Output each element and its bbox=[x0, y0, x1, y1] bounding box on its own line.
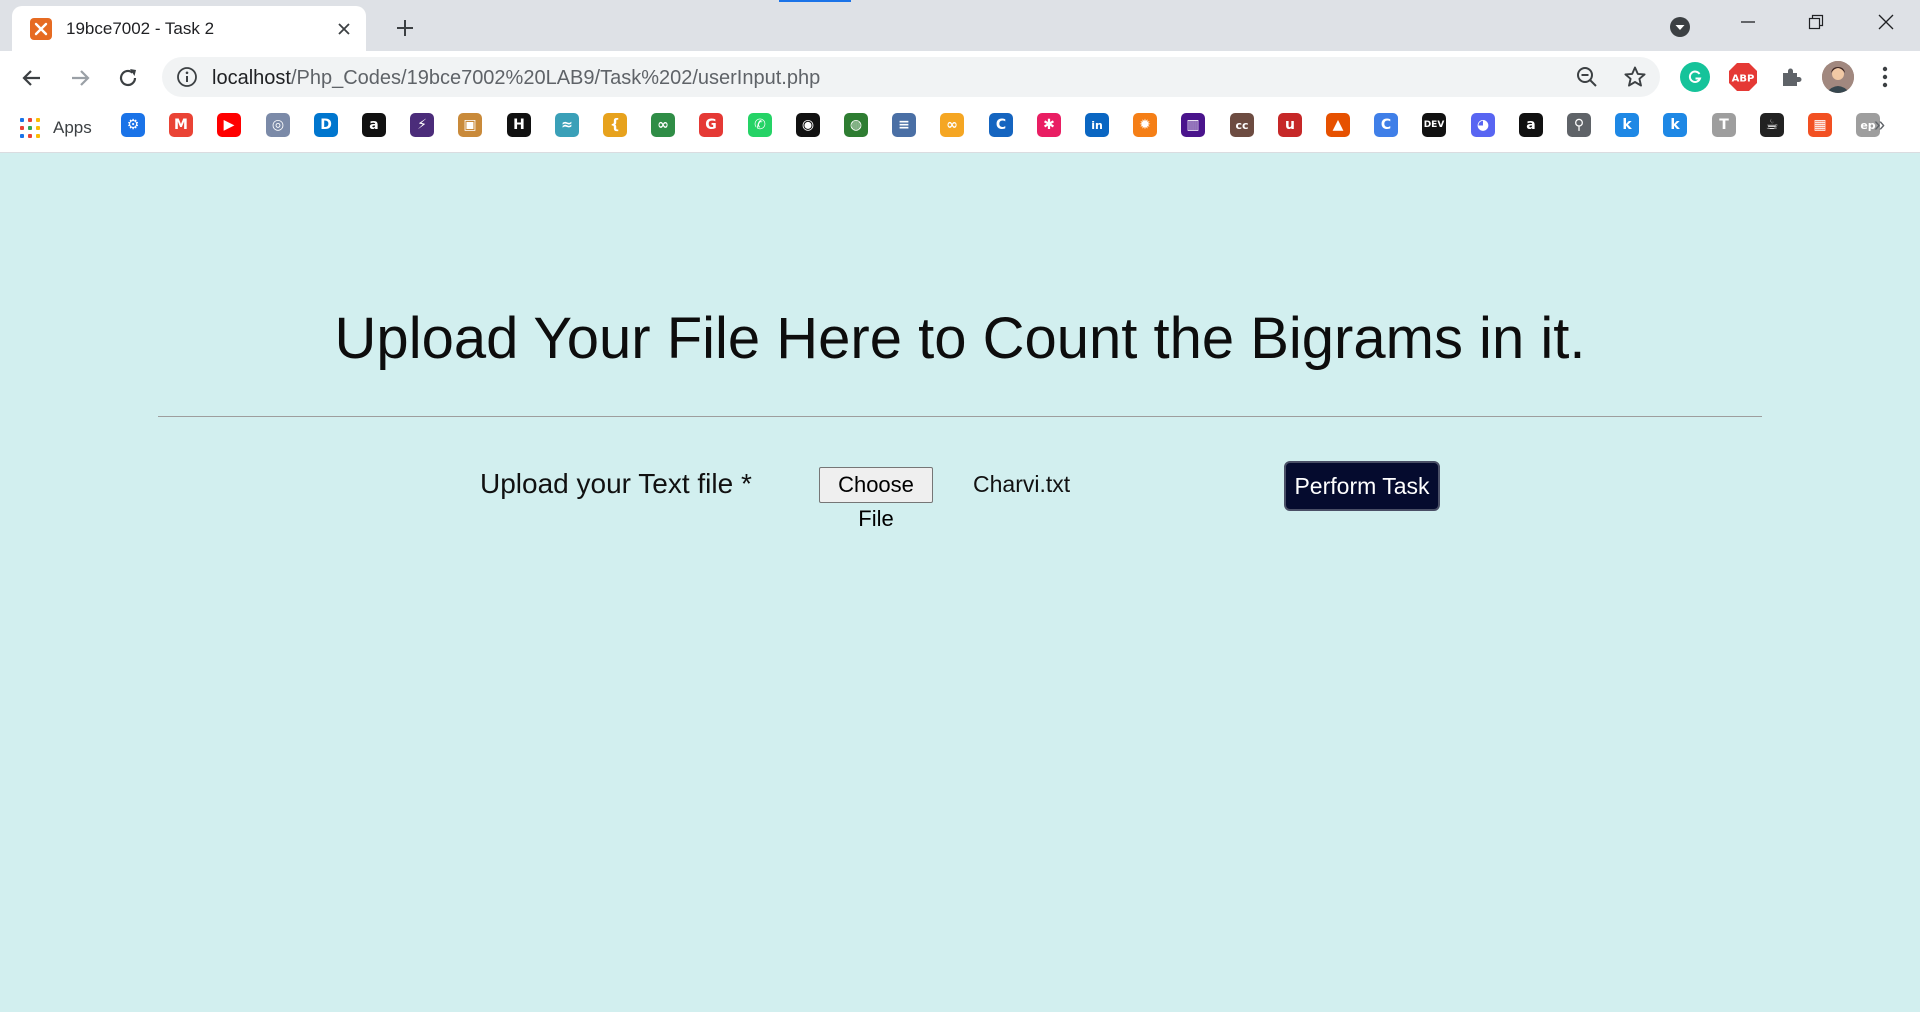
minimize-icon[interactable] bbox=[1720, 0, 1776, 44]
new-tab-icon[interactable] bbox=[388, 11, 422, 45]
apps-label: Apps bbox=[53, 118, 92, 137]
tab-search-icon[interactable] bbox=[1664, 11, 1696, 43]
youtube-icon[interactable]: ▶ bbox=[217, 113, 241, 137]
dell-icon[interactable]: D bbox=[314, 113, 338, 137]
tiger-icon[interactable]: ▣ bbox=[458, 113, 482, 137]
stack-icon[interactable]: ≡ bbox=[892, 113, 916, 137]
grammarly-g-icon[interactable]: G bbox=[699, 113, 723, 137]
browser-tab[interactable]: 19bce7002 - Task 2 bbox=[12, 6, 366, 51]
wave-icon[interactable]: ≈ bbox=[555, 113, 579, 137]
amazon-icon[interactable]: a bbox=[1519, 113, 1543, 137]
close-window-icon[interactable] bbox=[1858, 0, 1914, 44]
amazon-icon[interactable]: a bbox=[362, 113, 386, 137]
coursera-icon[interactable]: ∞ bbox=[940, 113, 964, 137]
upload-label: Upload your Text file * bbox=[480, 468, 752, 499]
tab-loading-indicator bbox=[779, 0, 851, 2]
perform-task-button[interactable]: Perform Task bbox=[1284, 461, 1440, 511]
matlab-icon[interactable]: ▲ bbox=[1326, 113, 1350, 137]
extensions-puzzle-icon[interactable] bbox=[1776, 62, 1806, 92]
forward-arrow-icon[interactable] bbox=[61, 59, 99, 97]
xampp-icon bbox=[30, 17, 52, 40]
chrome-menu-icon[interactable] bbox=[1870, 62, 1900, 92]
choose-file-button[interactable]: Choose File bbox=[819, 467, 933, 531]
dev-icon[interactable]: DEV bbox=[1422, 113, 1446, 137]
university-icon[interactable]: ◎ bbox=[266, 113, 290, 137]
k-icon[interactable]: k bbox=[1663, 113, 1687, 137]
adblock-plus-icon[interactable]: ABP bbox=[1728, 62, 1758, 92]
microsoft-icon[interactable]: ▦ bbox=[1808, 113, 1832, 137]
apps-grid-icon bbox=[20, 118, 40, 138]
cc-icon[interactable]: cc bbox=[1230, 113, 1254, 137]
bolt-icon[interactable]: ⚡ bbox=[410, 113, 434, 137]
discord-icon[interactable]: ◕ bbox=[1471, 113, 1495, 137]
url-host: localhost bbox=[212, 67, 291, 89]
cup-icon[interactable]: ☕ bbox=[1760, 113, 1784, 137]
close-tab-icon[interactable] bbox=[330, 15, 358, 43]
grammarly-icon[interactable] bbox=[1680, 62, 1710, 92]
canva-icon[interactable]: C bbox=[1374, 113, 1398, 137]
gmail-icon[interactable]: M bbox=[169, 113, 193, 137]
restore-icon[interactable] bbox=[1788, 0, 1844, 44]
page-heading: Upload Your File Here to Count the Bigra… bbox=[334, 306, 1586, 371]
geeksforgeeks-icon[interactable]: ∞ bbox=[651, 113, 675, 137]
site-info-icon[interactable] bbox=[176, 66, 198, 88]
settings-icon[interactable]: ⚙ bbox=[121, 113, 145, 137]
divider bbox=[158, 416, 1762, 417]
whatsapp-icon[interactable]: ✆ bbox=[748, 113, 772, 137]
url-path: /Php_Codes/19bce7002%20LAB9/Task%202/use… bbox=[290, 67, 821, 89]
udemy-icon[interactable]: u bbox=[1278, 113, 1302, 137]
apps-shortcut[interactable]: Apps bbox=[20, 114, 92, 142]
hackerearth-icon[interactable]: H bbox=[507, 113, 531, 137]
tab-title: 19bce7002 - Task 2 bbox=[66, 18, 215, 38]
url-text[interactable]: localhost/Php_Codes/19bce7002%20LAB9/Tas… bbox=[212, 67, 820, 90]
profile-avatar[interactable] bbox=[1822, 61, 1854, 93]
zoom-out-icon[interactable] bbox=[1574, 64, 1600, 90]
magnifier-icon[interactable]: ⚲ bbox=[1567, 113, 1591, 137]
more-bookmarks-icon[interactable]: » bbox=[1874, 114, 1885, 137]
t-icon[interactable]: T bbox=[1712, 113, 1736, 137]
linkedin-icon[interactable]: in bbox=[1085, 113, 1109, 137]
chart-icon[interactable]: ▥ bbox=[1181, 113, 1205, 137]
address-bar[interactable]: localhost/Php_Codes/19bce7002%20LAB9/Tas… bbox=[162, 57, 1660, 97]
github-icon[interactable]: ◉ bbox=[796, 113, 820, 137]
circle-logo-icon[interactable]: ◍ bbox=[844, 113, 868, 137]
browser-toolbar: localhost/Php_Codes/19bce7002%20LAB9/Tas… bbox=[0, 51, 1920, 104]
k-icon[interactable]: k bbox=[1615, 113, 1639, 137]
c-icon[interactable]: C bbox=[989, 113, 1013, 137]
selected-file-name: Charvi.txt bbox=[973, 471, 1071, 497]
bookmark-star-icon[interactable] bbox=[1622, 64, 1648, 90]
asterisk-icon[interactable]: ✱ bbox=[1037, 113, 1061, 137]
back-arrow-icon[interactable] bbox=[13, 59, 51, 97]
sun-bug-icon[interactable]: ✹ bbox=[1133, 113, 1157, 137]
reload-icon[interactable] bbox=[109, 59, 147, 97]
tab-strip: 19bce7002 - Task 2 bbox=[0, 0, 1920, 51]
svg-text:ABP: ABP bbox=[1732, 74, 1755, 85]
leetcode-icon[interactable]: { bbox=[603, 113, 627, 137]
